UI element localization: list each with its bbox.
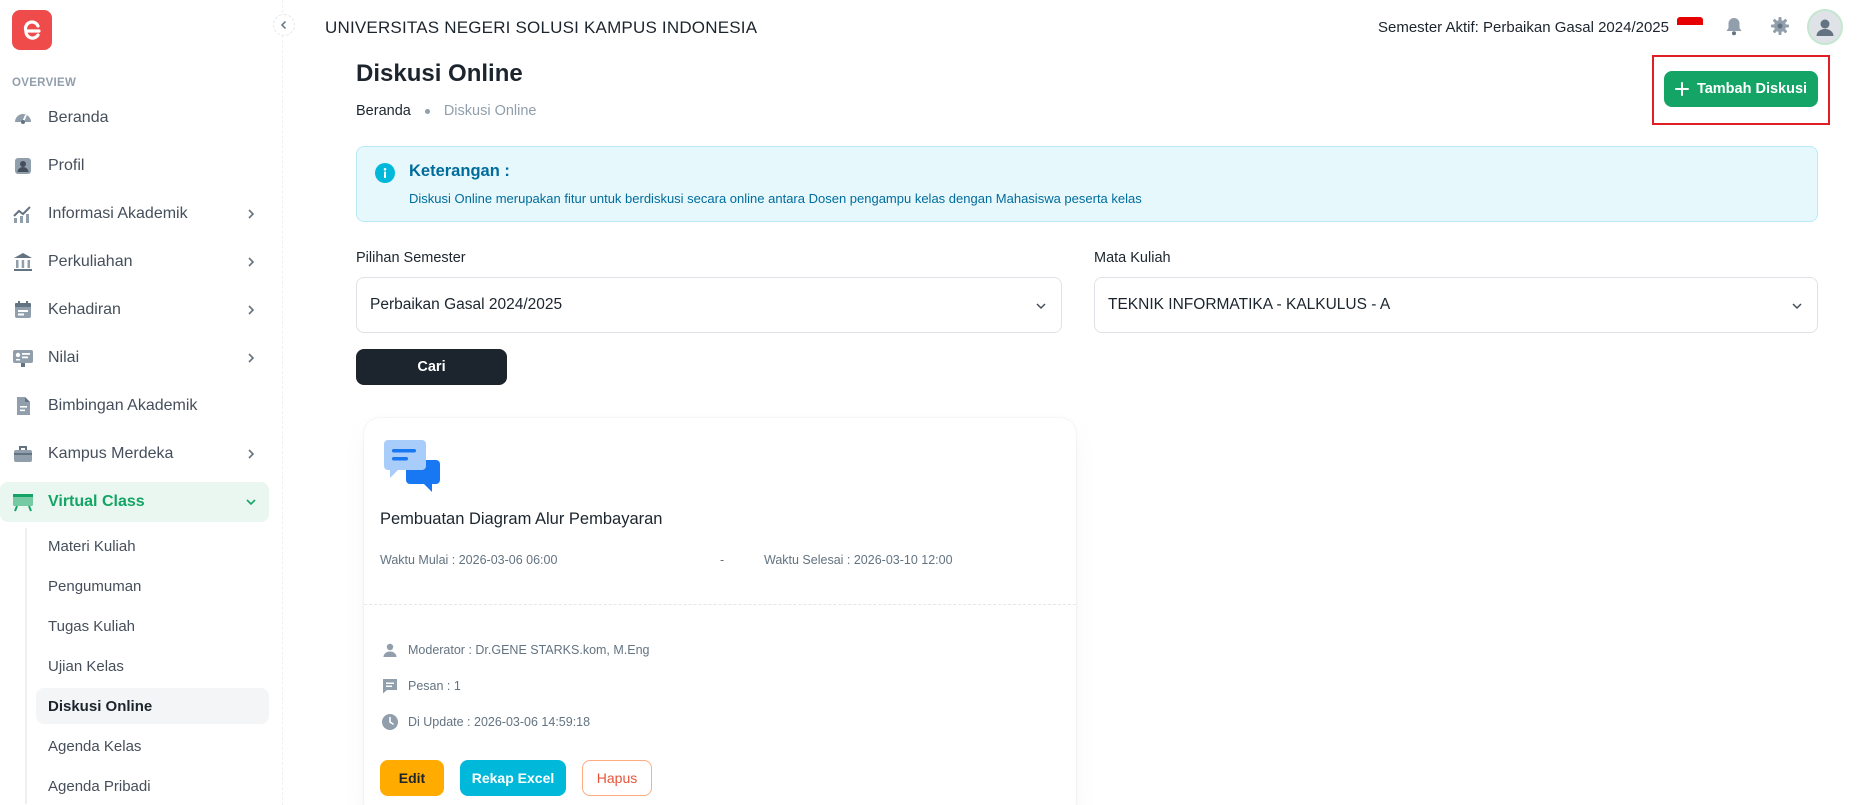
sidebar-item-label: Profil [48, 157, 85, 174]
sidebar-item-label: Bimbingan Akademik [48, 397, 198, 414]
document-icon [12, 395, 34, 417]
moderator-text: Moderator : Dr.GENE STARKS.kom, M.Eng [408, 643, 650, 657]
info-description: Diskusi Online merupakan fitur untuk ber… [409, 191, 1142, 206]
virtual-class-submenu: Materi Kuliah Pengumuman Tugas Kuliah Uj… [0, 528, 283, 804]
info-icon [375, 163, 395, 183]
sidebar-item-perkuliahan[interactable]: Perkuliahan [0, 242, 269, 282]
sidebar-collapse-button[interactable] [273, 14, 295, 36]
sidebar-item-virtual-class[interactable]: Virtual Class [0, 482, 269, 522]
sidebar-item-bimbingan-akademik[interactable]: Bimbingan Akademik [0, 386, 269, 426]
gear-icon[interactable] [1768, 14, 1792, 38]
sidebar-subitem-materi-kuliah[interactable]: Materi Kuliah [36, 528, 269, 564]
delete-button[interactable]: Hapus [582, 760, 652, 796]
submenu-line [25, 528, 27, 804]
building-icon [12, 251, 34, 273]
sidebar-subitem-agenda-pribadi[interactable]: Agenda Pribadi [36, 768, 269, 804]
chat-bubbles-icon [384, 438, 442, 496]
bell-icon[interactable] [1722, 14, 1746, 38]
moderator-row: Moderator : Dr.GENE STARKS.kom, M.Eng [380, 640, 650, 660]
semester-label: Pilihan Semester [356, 250, 466, 266]
chevron-right-icon [243, 206, 259, 222]
card-divider [364, 604, 1076, 605]
info-title: Keterangan : [409, 162, 510, 180]
start-time: Waktu Mulai : 2026-03-06 06:00 [380, 553, 558, 567]
time-separator: - [720, 553, 725, 567]
breadcrumb-home-link[interactable]: Beranda [356, 103, 411, 119]
sidebar-item-profil[interactable]: Profil [0, 146, 269, 186]
chevron-right-icon [243, 350, 259, 366]
score-board-icon [12, 347, 34, 369]
breadcrumb-current: Diskusi Online [443, 103, 537, 119]
sidebar-item-kampus-merdeka[interactable]: Kampus Merdeka [0, 434, 269, 474]
messages-row: Pesan : 1 [380, 676, 461, 696]
clock-icon [380, 712, 400, 732]
discussion-title[interactable]: Pembuatan Diagram Alur Pembayaran [380, 510, 662, 529]
end-time: Waktu Selesai : 2026-03-10 12:00 [764, 553, 953, 567]
sidebar-item-informasi-akademik[interactable]: Informasi Akademik [0, 194, 269, 234]
sidebar-subitem-agenda-kelas[interactable]: Agenda Kelas [36, 728, 269, 764]
page-title: Diskusi Online [356, 60, 523, 87]
sidebar-item-label: Kampus Merdeka [48, 445, 174, 462]
chevron-left-icon [280, 20, 287, 30]
sidebar-item-nilai[interactable]: Nilai [0, 338, 269, 378]
person-icon [380, 640, 400, 660]
sidebar-item-beranda[interactable]: Beranda [0, 98, 269, 138]
course-select[interactable]: TEKNIK INFORMATIKA - KALKULUS - A [1094, 277, 1818, 333]
university-name: UNIVERSITAS NEGERI SOLUSI KAMPUS INDONES… [325, 18, 758, 37]
sidebar-item-label: Informasi Akademik [48, 205, 188, 222]
sidebar-item-kehadiran[interactable]: Kehadiran [0, 290, 269, 330]
sidebar-item-label: Beranda [48, 109, 109, 126]
dashboard-icon [12, 107, 34, 129]
comment-icon [380, 676, 400, 696]
chart-trend-icon [12, 203, 34, 225]
chevron-right-icon [243, 446, 259, 462]
sidebar-item-label: Nilai [48, 349, 80, 366]
app-logo[interactable] [12, 10, 52, 50]
messages-count: Pesan : 1 [408, 679, 461, 693]
search-button[interactable]: Cari [356, 349, 507, 385]
whiteboard-icon [12, 491, 34, 513]
add-discussion-label: Tambah Diskusi [1696, 81, 1808, 97]
avatar-person-icon [1816, 19, 1834, 36]
info-alert: Keterangan : Diskusi Online merupakan fi… [356, 146, 1818, 222]
chevron-down-icon [1789, 298, 1805, 314]
sidebar-subitem-tugas-kuliah[interactable]: Tugas Kuliah [36, 608, 269, 644]
sidebar-subitem-ujian-kelas[interactable]: Ujian Kelas [36, 648, 269, 684]
export-excel-button[interactable]: Rekap Excel [460, 760, 566, 796]
updated-text: Di Update : 2026-03-06 14:59:18 [408, 715, 591, 729]
course-label: Mata Kuliah [1094, 250, 1171, 266]
chevron-right-icon [243, 302, 259, 318]
user-avatar[interactable] [1807, 9, 1843, 45]
logo-e-icon [23, 20, 41, 40]
plus-icon [1674, 82, 1689, 96]
sidebar-item-label: Perkuliahan [48, 253, 133, 270]
calendar-icon [12, 299, 34, 321]
updated-row: Di Update : 2026-03-06 14:59:18 [380, 712, 590, 732]
sidebar-item-label: Virtual Class [48, 493, 145, 510]
breadcrumb-separator [424, 108, 430, 114]
add-discussion-button[interactable]: Tambah Diskusi [1664, 71, 1818, 107]
edit-button[interactable]: Edit [380, 760, 444, 796]
course-select-value: TEKNIK INFORMATIKA - KALKULUS - A [1108, 296, 1391, 313]
breadcrumb: Beranda Diskusi Online [356, 103, 537, 119]
chevron-down-icon [243, 494, 259, 510]
user-icon [12, 155, 34, 177]
briefcase-icon [12, 443, 34, 465]
sidebar: OVERVIEW Beranda Profil Informasi Akadem… [0, 0, 283, 805]
language-flag-icon[interactable] [1677, 17, 1703, 33]
chevron-down-icon [1033, 298, 1049, 314]
semester-select-value: Perbaikan Gasal 2024/2025 [370, 296, 563, 313]
sidebar-subitem-diskusi-online[interactable]: Diskusi Online [36, 688, 269, 724]
sidebar-subitem-pengumuman[interactable]: Pengumuman [36, 568, 269, 604]
semester-select[interactable]: Perbaikan Gasal 2024/2025 [356, 277, 1062, 333]
sidebar-nav: Beranda Profil Informasi Akademik Perkul… [0, 98, 283, 805]
active-semester: Semester Aktif: Perbaikan Gasal 2024/202… [1377, 19, 1669, 36]
sidebar-item-label: Kehadiran [48, 301, 121, 318]
section-label-overview: OVERVIEW [12, 77, 77, 89]
discussion-card: Pembuatan Diagram Alur Pembayaran Waktu … [364, 418, 1076, 805]
chevron-right-icon [243, 254, 259, 270]
